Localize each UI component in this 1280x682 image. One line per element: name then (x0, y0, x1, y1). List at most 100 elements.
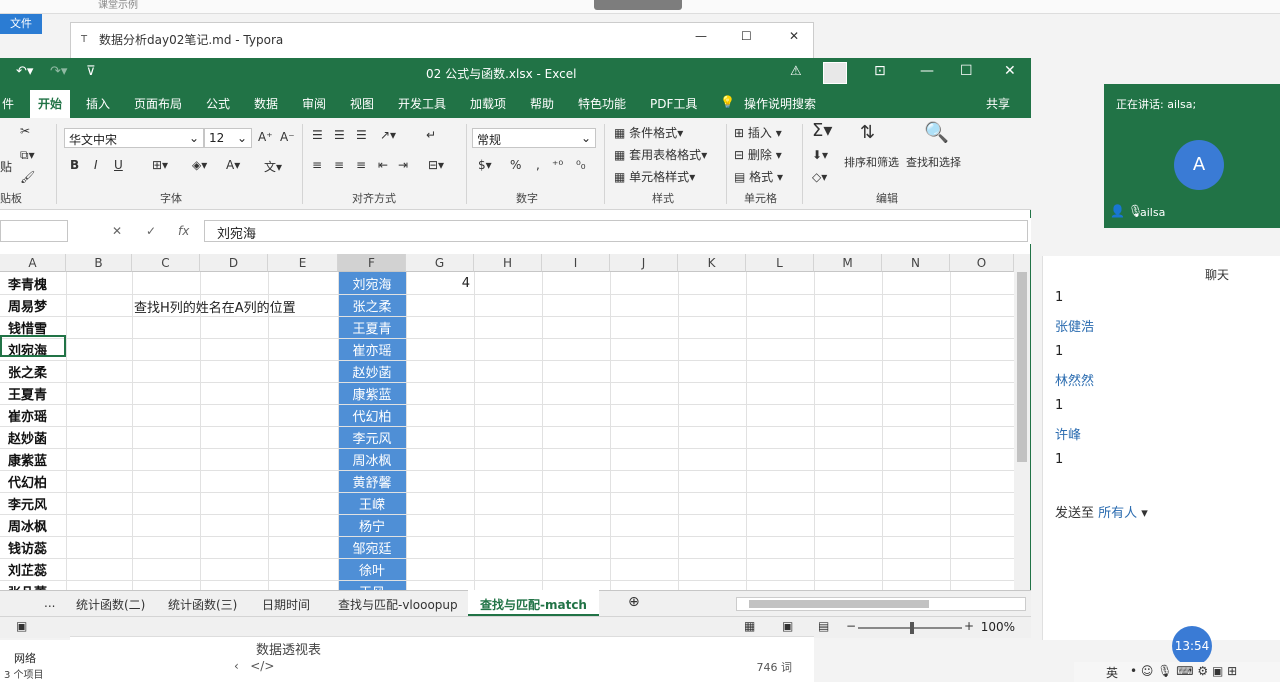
cell-f[interactable]: 王嵘 (339, 494, 405, 513)
name-box[interactable] (0, 220, 68, 242)
cell-f[interactable]: 崔亦瑶 (339, 340, 405, 359)
maximize-icon[interactable]: ☐ (741, 29, 752, 43)
cell-a[interactable]: 张凡蕾 (2, 582, 66, 590)
zoom-in-icon[interactable]: + (964, 619, 974, 633)
close-icon[interactable]: ✕ (789, 29, 799, 43)
cell-f[interactable]: 刘宛海 (339, 274, 405, 293)
bold-button[interactable]: B (70, 158, 79, 172)
outline-nav-icon[interactable]: ‹ </> (234, 659, 274, 673)
cell-a[interactable]: 赵妙菡 (2, 428, 66, 447)
warning-icon[interactable]: ⚠ (790, 64, 802, 79)
tab-data[interactable]: 数据 (254, 95, 278, 112)
column-header-h[interactable]: H (474, 254, 542, 272)
cell-f[interactable]: 徐叶 (339, 560, 405, 579)
align-center-icon[interactable]: ≡ (334, 158, 344, 172)
delete-cells-button[interactable]: ⊟ 删除 ▾ (734, 146, 782, 163)
increase-decimal-icon[interactable]: ⁺⁰ (552, 158, 563, 172)
column-header-d[interactable]: D (200, 254, 268, 272)
tab-developer[interactable]: 开发工具 (398, 95, 446, 112)
indent-decrease-icon[interactable]: ⇤ (378, 158, 388, 172)
column-header-a[interactable]: A (0, 254, 66, 272)
cancel-icon[interactable]: ✕ (112, 224, 122, 238)
redo-icon[interactable]: ↷▾ (50, 64, 67, 79)
sheet-tab-more[interactable]: ... (44, 596, 55, 610)
font-size-select[interactable]: 12 ⌄ (204, 128, 252, 148)
tray-icons[interactable]: • ☺ 🎙 ⌨ ⚙ ▣ ⊞ (1130, 664, 1237, 678)
vertical-scrollbar[interactable] (1014, 254, 1030, 590)
screen-share-pill[interactable] (594, 0, 682, 10)
share-button[interactable]: 共享 (986, 95, 1010, 112)
zoom-level[interactable]: 100% (981, 620, 1015, 634)
italic-button[interactable]: I (94, 158, 98, 172)
cell-f[interactable]: 黄舒馨 (339, 472, 405, 491)
align-right-icon[interactable]: ≡ (356, 158, 366, 172)
cell-g1[interactable]: 4 (406, 276, 474, 291)
number-format-select[interactable]: 常规 ⌄ (472, 128, 596, 148)
align-top-icon[interactable]: ☰ (312, 128, 323, 142)
cell-style-button[interactable]: ▦ 单元格样式▾ (614, 168, 695, 185)
cell-f[interactable]: 赵妙菡 (339, 362, 405, 381)
column-header-o[interactable]: O (950, 254, 1014, 272)
column-header-g[interactable]: G (406, 254, 474, 272)
sort-filter-button[interactable]: 排序和筛选 (844, 154, 899, 170)
cell-c2-note[interactable]: 查找H列的姓名在A列的位置 (134, 297, 296, 316)
tab-formulas[interactable]: 公式 (206, 95, 230, 112)
ime-language[interactable]: 英 (1106, 664, 1118, 681)
cell-f[interactable]: 张之柔 (339, 296, 405, 315)
font-name-select[interactable]: 华文中宋 ⌄ (64, 128, 204, 148)
align-bottom-icon[interactable]: ☰ (356, 128, 367, 142)
phonetic-icon[interactable]: 文▾ (264, 158, 282, 175)
tab-addins[interactable]: 加载项 (470, 95, 506, 112)
percent-icon[interactable]: % (510, 158, 521, 172)
column-header-k[interactable]: K (678, 254, 746, 272)
cell-a[interactable]: 周易梦 (2, 296, 66, 315)
column-header-c[interactable]: C (132, 254, 200, 272)
cell-f[interactable]: 杨宁 (339, 516, 405, 535)
minimize-icon[interactable]: — (920, 63, 934, 79)
network-item[interactable]: 网络 (14, 650, 36, 666)
cell-f[interactable]: 周冰枫 (339, 450, 405, 469)
cell-f[interactable]: 康紫蓝 (339, 384, 405, 403)
underline-button[interactable]: U (114, 158, 123, 172)
column-header-e[interactable]: E (268, 254, 338, 272)
sheet-tab[interactable]: 日期时间 (262, 596, 310, 613)
tab-view[interactable]: 视图 (350, 95, 374, 112)
cell-a[interactable]: 崔亦瑶 (2, 406, 66, 425)
decrease-decimal-icon[interactable]: ⁰₀ (576, 158, 586, 172)
typora-window[interactable]: T 数据分析day02笔记.md - Typora — ☐ ✕ (70, 22, 814, 62)
macro-record-icon[interactable]: ▣ (16, 619, 27, 633)
border-icon[interactable]: ⊞▾ (152, 158, 168, 172)
sheet-tab[interactable]: 统计函数(三) (168, 596, 237, 613)
minimize-icon[interactable]: — (695, 29, 707, 43)
cell-f[interactable]: 李元风 (339, 428, 405, 447)
clear-icon[interactable]: ◇▾ (812, 170, 827, 184)
maximize-icon[interactable]: ☐ (960, 63, 973, 79)
tab-page-layout[interactable]: 页面布局 (134, 95, 182, 112)
format-painter-icon[interactable]: 🖌 (20, 170, 35, 184)
paste-button[interactable]: 贴 (0, 158, 12, 175)
tab-features[interactable]: 特色功能 (578, 95, 626, 112)
sheet-tab[interactable]: 统计函数(二) (76, 596, 145, 613)
cell-a[interactable]: 王夏青 (2, 384, 66, 403)
cell-f[interactable]: 代幻柏 (339, 406, 405, 425)
insert-function-button[interactable]: fx (178, 224, 189, 238)
tab-file[interactable]: 件 (2, 95, 14, 112)
merge-center-icon[interactable]: ⊟▾ (428, 158, 444, 172)
sheet-tab-active[interactable]: 查找与匹配-match (468, 590, 599, 616)
align-middle-icon[interactable]: ☰ (334, 128, 345, 142)
enter-icon[interactable]: ✓ (146, 224, 156, 238)
fill-color-icon[interactable]: ◈▾ (192, 158, 207, 172)
send-to-selector[interactable]: 发送至 所有人 ▾ (1055, 502, 1148, 521)
page-break-view-icon[interactable]: ▤ (818, 619, 829, 633)
orientation-icon[interactable]: ↗▾ (380, 128, 396, 142)
find-select-button[interactable]: 查找和选择 (906, 154, 961, 170)
scroll-thumb[interactable] (749, 600, 929, 608)
wrap-text-icon[interactable]: ↵ (426, 128, 436, 142)
column-header-m[interactable]: M (814, 254, 882, 272)
autosum-icon[interactable]: Σ▾ (812, 120, 832, 141)
indent-increase-icon[interactable]: ⇥ (398, 158, 408, 172)
column-header-l[interactable]: L (746, 254, 814, 272)
cell-a[interactable]: 刘芷蕊 (2, 560, 66, 579)
cell-a[interactable]: 李青槐 (2, 274, 66, 293)
cell-a[interactable]: 周冰枫 (2, 516, 66, 535)
